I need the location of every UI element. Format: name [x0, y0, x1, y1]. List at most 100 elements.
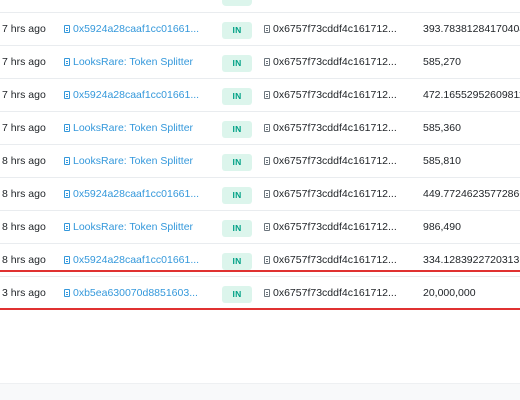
table-row: 7 hrs ago LooksRare: Token Splitter IN 0x67…	[0, 46, 520, 79]
from-cell: 0x5924a28caaf1cc01661...	[64, 13, 204, 45]
direction-cell: IN	[222, 277, 252, 309]
in-badge: IN	[222, 154, 252, 171]
to-address-label[interactable]: 0x6757f73cddf4c161712...	[273, 254, 397, 266]
table-row: 8 hrs ago 0x5924a28caaf1cc01661... IN 0x675…	[0, 178, 520, 211]
to-cell: 0x6757f73cddf4c161712...	[264, 13, 414, 45]
direction-cell: IN	[222, 13, 252, 45]
from-address-link[interactable]: LooksRare: Token Splitter	[64, 155, 193, 167]
to-address-label[interactable]: 0x6757f73cddf4c161712...	[273, 23, 397, 35]
in-badge: IN	[222, 55, 252, 72]
table-row: 8 hrs ago LooksRare: Token Splitter IN 0x67…	[0, 145, 520, 178]
document-icon	[264, 157, 270, 165]
in-badge-partial	[222, 0, 252, 6]
from-address-link[interactable]: 0xb5ea630070d8851603...	[64, 287, 198, 299]
table-row: 3 hrs ago 0xb5ea630070d8851603... IN 0x6757…	[0, 277, 520, 309]
from-cell: LooksRare: Token Splitter	[64, 46, 204, 78]
to-cell: 0x6757f73cddf4c161712...	[264, 277, 414, 309]
from-address-link[interactable]: 0x5924a28caaf1cc01661...	[64, 188, 199, 200]
from-cell: 0x5924a28caaf1cc01661...	[64, 178, 204, 210]
quantity-cell: 986,490	[423, 221, 461, 233]
quantity-cell: 585,360	[423, 122, 461, 134]
direction-cell: IN	[222, 178, 252, 210]
token-transfers-view: 7 hrs ago 0x5924a28caaf1cc01661... IN 0x675…	[0, 0, 520, 400]
age-cell: 7 hrs ago	[2, 23, 46, 35]
from-cell: 0x5924a28caaf1cc01661...	[64, 79, 204, 111]
from-address-label: LooksRare: Token Splitter	[73, 122, 194, 134]
quantity-cell: 20,000,000	[423, 287, 476, 299]
transfers-table-body: 7 hrs ago 0x5924a28caaf1cc01661... IN 0x675…	[0, 13, 520, 309]
table-row: 8 hrs ago LooksRare: Token Splitter IN 0x67…	[0, 211, 520, 244]
document-icon	[264, 190, 270, 198]
document-icon	[64, 25, 70, 33]
quantity-cell: 585,810	[423, 155, 461, 167]
age-cell: 8 hrs ago	[2, 188, 46, 200]
from-address-label: LooksRare: Token Splitter	[73, 221, 194, 233]
table-row: 7 hrs ago 0x5924a28caaf1cc01661... IN 0x675…	[0, 13, 520, 46]
document-icon	[64, 58, 70, 66]
to-cell: 0x6757f73cddf4c161712...	[264, 79, 414, 111]
from-address-label: 0xb5ea630070d8851603...	[73, 287, 198, 299]
document-icon	[264, 289, 270, 297]
from-cell: 0xb5ea630070d8851603...	[64, 277, 204, 309]
in-badge: IN	[222, 253, 252, 270]
age-cell: 8 hrs ago	[2, 155, 46, 167]
age-cell: 8 hrs ago	[2, 221, 46, 233]
document-icon	[64, 91, 70, 99]
from-address-label: LooksRare: Token Splitter	[73, 155, 194, 167]
in-badge: IN	[222, 88, 252, 105]
direction-cell: IN	[222, 79, 252, 111]
document-icon	[64, 256, 70, 264]
quantity-cell: 449.77246235772866927	[423, 188, 520, 200]
to-address-label[interactable]: 0x6757f73cddf4c161712...	[273, 56, 397, 68]
quantity-cell: 585,270	[423, 56, 461, 68]
age-cell: 7 hrs ago	[2, 89, 46, 101]
direction-cell: IN	[222, 46, 252, 78]
in-badge: IN	[222, 187, 252, 204]
table-row: 7 hrs ago 0x5924a28caaf1cc01661... IN 0x675…	[0, 79, 520, 112]
to-address-label[interactable]: 0x6757f73cddf4c161712...	[273, 221, 397, 233]
to-cell: 0x6757f73cddf4c161712...	[264, 244, 414, 276]
from-cell: LooksRare: Token Splitter	[64, 145, 204, 177]
to-address-label[interactable]: 0x6757f73cddf4c161712...	[273, 155, 397, 167]
from-address-link[interactable]: LooksRare: Token Splitter	[64, 221, 193, 233]
in-badge: IN	[222, 286, 252, 303]
to-address-label[interactable]: 0x6757f73cddf4c161712...	[273, 89, 397, 101]
to-address-label[interactable]: 0x6757f73cddf4c161712...	[273, 188, 397, 200]
from-address-label: 0x5924a28caaf1cc01661...	[73, 254, 200, 266]
from-address-link[interactable]: 0x5924a28caaf1cc01661...	[64, 23, 199, 35]
table-row: 8 hrs ago 0x5924a28caaf1cc01661... IN 0x675…	[0, 244, 520, 277]
table-footer	[0, 383, 520, 400]
in-badge: IN	[222, 22, 252, 39]
quantity-cell: 393.78381284170404674	[423, 23, 520, 35]
from-cell: 0x5924a28caaf1cc01661...	[64, 244, 204, 276]
document-icon	[264, 256, 270, 264]
age-cell: 7 hrs ago	[2, 122, 46, 134]
quantity-cell: 334.12839227203136438	[423, 254, 520, 266]
from-address-link[interactable]: LooksRare: Token Splitter	[64, 122, 193, 134]
from-address-link[interactable]: LooksRare: Token Splitter	[64, 56, 193, 68]
document-icon	[64, 223, 70, 231]
from-address-link[interactable]: 0x5924a28caaf1cc01661...	[64, 254, 199, 266]
direction-cell: IN	[222, 112, 252, 144]
to-cell: 0x6757f73cddf4c161712...	[264, 178, 414, 210]
in-badge: IN	[222, 220, 252, 237]
age-cell: 8 hrs ago	[2, 254, 46, 266]
document-icon	[64, 190, 70, 198]
document-icon	[264, 124, 270, 132]
from-address-label: LooksRare: Token Splitter	[73, 56, 194, 68]
table-row: 7 hrs ago LooksRare: Token Splitter IN 0x67…	[0, 112, 520, 145]
quantity-cell: 472.16552952609811344	[423, 89, 520, 101]
from-address-label: 0x5924a28caaf1cc01661...	[73, 89, 200, 101]
document-icon	[264, 25, 270, 33]
to-cell: 0x6757f73cddf4c161712...	[264, 112, 414, 144]
from-address-label: 0x5924a28caaf1cc01661...	[73, 188, 200, 200]
to-cell: 0x6757f73cddf4c161712...	[264, 145, 414, 177]
from-address-link[interactable]: 0x5924a28caaf1cc01661...	[64, 89, 199, 101]
in-badge: IN	[222, 121, 252, 138]
document-icon	[264, 223, 270, 231]
to-address-label[interactable]: 0x6757f73cddf4c161712...	[273, 287, 397, 299]
to-address-label[interactable]: 0x6757f73cddf4c161712...	[273, 122, 397, 134]
document-icon	[64, 157, 70, 165]
document-icon	[64, 124, 70, 132]
direction-cell: IN	[222, 211, 252, 243]
